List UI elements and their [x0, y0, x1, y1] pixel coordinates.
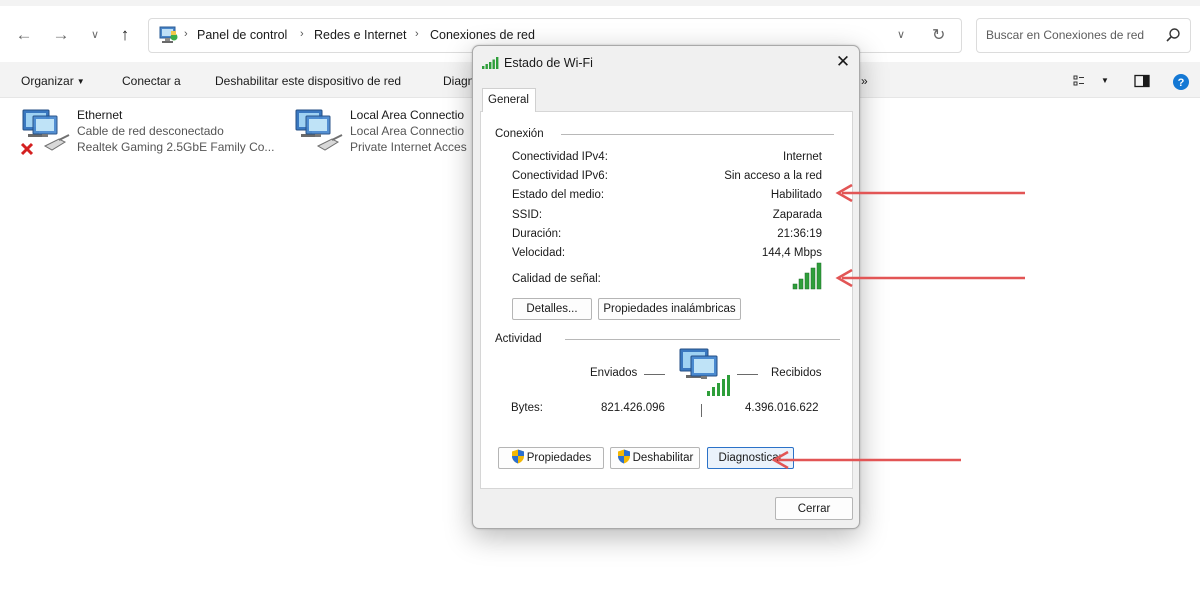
- media-state-label: Estado del medio:: [512, 189, 605, 201]
- back-arrow-icon[interactable]: ←: [12, 23, 36, 47]
- caret-down-icon: ▼: [76, 77, 85, 86]
- address-dropdown-chevron-icon[interactable]: ∨: [897, 28, 905, 41]
- breadcrumb-control-panel[interactable]: Panel de control: [197, 28, 287, 42]
- disable-button[interactable]: Deshabilitar: [610, 447, 700, 469]
- activity-group-label: Actividad: [495, 333, 548, 345]
- network-item-name: Local Area Connectio: [350, 108, 465, 122]
- network-item-text: Local Area Connectio Local Area Connecti…: [350, 107, 467, 155]
- preview-pane-icon[interactable]: [1134, 74, 1150, 88]
- signal-bar: [798, 278, 804, 290]
- duration-label: Duración:: [512, 228, 562, 240]
- disconnected-x-icon: [20, 142, 34, 156]
- network-item-status: Local Area Connectio: [350, 124, 465, 138]
- wifi-signal-icon: [482, 57, 499, 69]
- signal-bar: [816, 262, 822, 290]
- signal-quality-label: Calidad de señal:: [512, 273, 601, 285]
- group-divider: [565, 339, 840, 340]
- tab-general[interactable]: General: [482, 88, 536, 112]
- properties-button[interactable]: Propiedades: [498, 447, 604, 469]
- disable-device-button[interactable]: Deshabilitar este dispositivo de red: [215, 74, 401, 88]
- disable-button-label: Deshabilitar: [632, 452, 694, 464]
- sent-dash: [644, 374, 665, 375]
- uac-shield-icon: [617, 449, 630, 464]
- network-adapter-icon: [295, 109, 343, 151]
- close-icon[interactable]: ✕: [831, 51, 855, 73]
- view-caret-down-icon[interactable]: ▼: [1101, 76, 1109, 85]
- network-item-status: Cable de red desconectado: [77, 124, 224, 138]
- recent-locations-chevron-icon[interactable]: ∨: [83, 23, 107, 47]
- breadcrumb-network-connections[interactable]: Conexiones de red: [430, 28, 535, 42]
- wifi-status-dialog: Estado de Wi-Fi ✕ General Conexión Conec…: [472, 45, 860, 529]
- group-divider: [561, 134, 834, 135]
- bytes-label: Bytes:: [511, 402, 543, 414]
- change-view-icon[interactable]: [1073, 74, 1089, 88]
- close-button[interactable]: Cerrar: [775, 497, 853, 520]
- forward-arrow-icon[interactable]: →: [49, 23, 73, 47]
- search-box[interactable]: Buscar en Conexiones de red: [976, 18, 1191, 53]
- network-item-ethernet[interactable]: Ethernet Cable de red desconectado Realt…: [19, 106, 289, 162]
- received-dash: [737, 374, 758, 375]
- network-item-local-area-connection[interactable]: Local Area Connectio Local Area Connecti…: [292, 106, 472, 162]
- wireless-properties-button[interactable]: Propiedades inalámbricas: [598, 298, 741, 320]
- media-state-value: Habilitado: [770, 189, 822, 201]
- more-commands-button[interactable]: »: [861, 74, 868, 88]
- details-button[interactable]: Detalles...: [512, 298, 592, 320]
- arrow-media-state: [835, 183, 1025, 203]
- properties-button-label: Propiedades: [526, 452, 592, 464]
- sent-label: Enviados: [590, 367, 638, 379]
- ssid-value: Zaparada: [772, 209, 822, 221]
- help-icon[interactable]: ?: [1172, 73, 1190, 91]
- network-activity-computers-icon: [679, 348, 730, 396]
- received-label: Recibidos: [771, 367, 822, 379]
- general-tab-panel: Conexión Conectividad IPv4: Internet Con…: [480, 111, 853, 489]
- up-arrow-icon[interactable]: ↑: [113, 23, 137, 47]
- breadcrumb-network-internet[interactable]: Redes e Internet: [314, 28, 406, 42]
- signal-bar: [792, 283, 798, 290]
- organize-menu[interactable]: Organizar ▼: [21, 74, 85, 88]
- ipv4-label: Conectividad IPv4:: [512, 151, 608, 163]
- ipv4-value: Internet: [783, 151, 822, 163]
- bytes-received-value: 4.396.016.622: [745, 402, 819, 414]
- ssid-label: SSID:: [512, 209, 543, 221]
- network-item-name: Ethernet: [77, 108, 123, 122]
- refresh-icon[interactable]: ↻: [932, 25, 945, 45]
- ipv6-value: Sin acceso a la red: [724, 170, 822, 182]
- network-item-text: Ethernet Cable de red desconectado Realt…: [77, 107, 274, 155]
- connection-group-label: Conexión: [495, 128, 550, 140]
- control-panel-icon: [159, 26, 178, 43]
- breadcrumb-separator: ›: [415, 28, 419, 40]
- signal-quality-bars-icon: [792, 262, 822, 290]
- arrow-signal-quality: [835, 268, 1025, 288]
- svg-text:?: ?: [1178, 77, 1185, 89]
- ipv6-label: Conectividad IPv6:: [512, 170, 608, 182]
- diagnose-button[interactable]: Diagnosticar: [707, 447, 794, 469]
- search-placeholder: Buscar en Conexiones de red: [986, 28, 1145, 42]
- organize-label: Organizar: [21, 74, 74, 88]
- bytes-sent-value: 821.426.096: [601, 402, 665, 414]
- breadcrumb-separator: ›: [184, 28, 188, 40]
- dialog-title: Estado de Wi-Fi: [504, 56, 593, 70]
- signal-bar: [810, 267, 816, 290]
- diagnose-connection-button[interactable]: Diagn: [443, 74, 474, 88]
- network-item-device: Private Internet Acces: [350, 140, 467, 154]
- speed-value: 144,4 Mbps: [761, 247, 822, 259]
- search-icon[interactable]: [1165, 27, 1181, 43]
- duration-value: 21:36:19: [777, 228, 822, 240]
- connect-to-button[interactable]: Conectar a: [122, 74, 181, 88]
- breadcrumb-separator: ›: [300, 28, 304, 40]
- speed-label: Velocidad:: [512, 247, 566, 259]
- bytes-divider: [701, 404, 702, 417]
- uac-shield-icon: [511, 449, 524, 464]
- network-item-device: Realtek Gaming 2.5GbE Family Co...: [77, 140, 275, 154]
- signal-bar: [804, 272, 810, 290]
